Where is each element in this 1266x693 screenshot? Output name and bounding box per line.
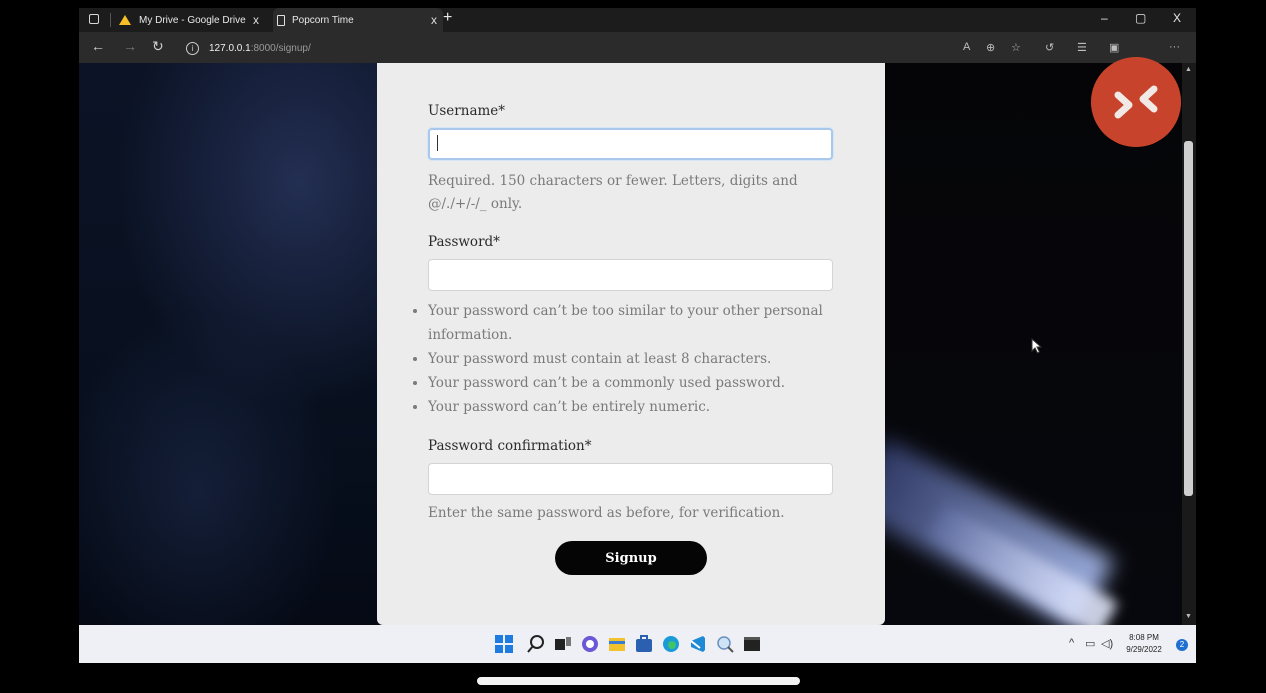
edge-icon[interactable] xyxy=(661,634,681,654)
password-rule: Your password must contain at least 8 ch… xyxy=(428,347,848,371)
back-arrow-icon[interactable]: ← xyxy=(91,38,105,54)
windows-taskbar: ^ ▭ ◁) 8:08 PM 9/29/2022 2 xyxy=(79,625,1196,663)
password-confirmation-label: Password confirmation* xyxy=(428,438,592,454)
system-clock[interactable]: 8:08 PM 9/29/2022 xyxy=(1119,632,1169,656)
tab-google-drive[interactable]: My Drive - Google Drive x xyxy=(117,8,265,32)
terminal-icon[interactable] xyxy=(742,634,762,654)
chat-icon[interactable] xyxy=(580,634,600,654)
text-caret xyxy=(437,135,438,151)
minimize-button[interactable]: – xyxy=(1101,11,1108,25)
tab-bar: My Drive - Google Drive x Popcorn Time x… xyxy=(79,8,1196,32)
vscode-icon[interactable] xyxy=(688,634,708,654)
signup-card: Username* Required. 150 characters or fe… xyxy=(377,63,1043,625)
store-icon[interactable] xyxy=(634,634,654,654)
home-indicator xyxy=(477,677,800,685)
collections-icon[interactable]: ▣ xyxy=(1109,41,1119,54)
zoom-icon[interactable]: ⊕ xyxy=(986,41,995,54)
refresh-icon[interactable]: ↻ xyxy=(152,38,164,55)
more-menu-icon[interactable]: ··· xyxy=(1169,41,1180,53)
read-aloud-icon[interactable]: A xyxy=(963,41,970,53)
site-info-icon[interactable]: i xyxy=(186,41,199,55)
clock-time: 8:08 PM xyxy=(1129,633,1159,642)
url-host: 127.0.0.1 xyxy=(209,42,251,54)
close-icon[interactable]: x xyxy=(425,13,443,27)
extensions-icon[interactable]: ↺ xyxy=(1045,41,1054,54)
address-bar[interactable]: i 127.0.0.1 :8000/signup/ xyxy=(186,38,706,58)
password-rule: Your password can’t be a commonly used p… xyxy=(428,371,848,395)
favorite-icon[interactable]: ☆ xyxy=(1011,41,1021,54)
network-icon[interactable]: ▭ xyxy=(1085,637,1095,650)
magnifier-icon[interactable] xyxy=(715,634,735,654)
username-input[interactable] xyxy=(428,128,833,160)
forward-arrow-icon[interactable]: → xyxy=(123,38,137,54)
password-confirmation-input[interactable] xyxy=(428,463,833,495)
scroll-up-icon[interactable]: ▲ xyxy=(1185,66,1192,73)
windows-start-icon[interactable] xyxy=(494,634,514,654)
notification-badge[interactable]: 2 xyxy=(1176,639,1188,651)
tab-actions-icon[interactable] xyxy=(89,14,99,24)
new-tab-button[interactable]: + xyxy=(443,9,452,27)
favorites-bar-icon[interactable]: ☰ xyxy=(1077,41,1087,54)
task-view-icon[interactable] xyxy=(553,634,573,654)
restore-button[interactable]: ▢ xyxy=(1135,11,1146,25)
signup-button[interactable]: Signup xyxy=(555,541,707,575)
scroll-down-icon[interactable]: ▼ xyxy=(1185,613,1192,620)
browser-window: My Drive - Google Drive x Popcorn Time x… xyxy=(79,8,1196,663)
tab-label: Popcorn Time xyxy=(292,14,354,26)
url-path: :8000/signup/ xyxy=(250,42,311,54)
file-explorer-icon[interactable] xyxy=(607,634,627,654)
password-rule: Your password can’t be too similar to yo… xyxy=(428,299,848,347)
window-close-button[interactable]: X xyxy=(1173,11,1181,25)
tab-popcorn-time[interactable]: Popcorn Time x xyxy=(273,8,443,32)
remote-desktop-icon[interactable] xyxy=(1091,57,1181,147)
clock-date: 9/29/2022 xyxy=(1126,645,1162,654)
password-confirmation-help: Enter the same password as before, for v… xyxy=(428,505,785,521)
username-label: Username* xyxy=(428,103,506,119)
password-rule: Your password can’t be entirely numeric. xyxy=(428,395,848,419)
browser-toolbar: ← → ↻ i 127.0.0.1 :8000/signup/ A ⊕ ☆ ↺ … xyxy=(79,32,1196,63)
show-hidden-icons-icon[interactable]: ^ xyxy=(1069,637,1074,649)
close-icon[interactable]: x xyxy=(247,13,265,27)
tab-label: My Drive - Google Drive xyxy=(139,14,246,26)
page-viewport: Username* Required. 150 characters or fe… xyxy=(79,63,1196,625)
volume-icon[interactable]: ◁) xyxy=(1101,637,1113,650)
document-icon xyxy=(277,14,285,26)
google-drive-icon xyxy=(119,15,131,25)
password-rules-list: Your password can’t be too similar to yo… xyxy=(412,299,848,419)
password-input[interactable] xyxy=(428,259,833,291)
search-icon[interactable] xyxy=(526,634,546,654)
tab-divider xyxy=(110,13,111,27)
mouse-pointer-icon xyxy=(1031,338,1043,354)
password-label: Password* xyxy=(428,234,500,250)
scrollbar-thumb[interactable] xyxy=(1184,141,1193,496)
username-help: Required. 150 characters or fewer. Lette… xyxy=(428,173,798,212)
